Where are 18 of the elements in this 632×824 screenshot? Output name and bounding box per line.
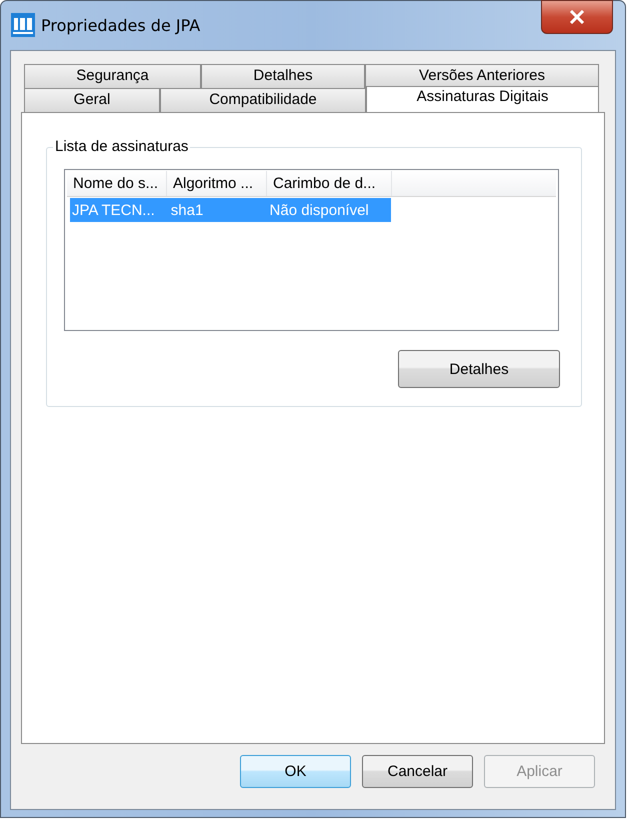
details-button[interactable]: Detalhes xyxy=(398,350,560,388)
column-header[interactable]: Carimbo de d... xyxy=(267,171,392,196)
column-header[interactable]: Nome do s... xyxy=(67,171,167,196)
table-cell-text: JPA TECN... xyxy=(71,202,156,218)
window-title: Propriedades de JPA xyxy=(41,16,200,34)
table-cell-text: sha1 xyxy=(170,202,204,218)
dialog-button[interactable]: OK xyxy=(240,755,351,788)
dialog-button[interactable]: Cancelar xyxy=(362,755,473,788)
tab[interactable]: Geral xyxy=(24,88,160,113)
tab[interactable]: Detalhes xyxy=(201,64,365,89)
column-header[interactable]: Algoritmo ... xyxy=(167,171,267,196)
tab[interactable]: Segurança xyxy=(24,64,201,89)
tab[interactable]: Assinaturas Digitais xyxy=(366,86,599,112)
tab[interactable]: Compatibilidade xyxy=(160,88,366,113)
close-button[interactable] xyxy=(541,0,613,34)
table-cell-text: Não disponível xyxy=(268,202,370,218)
close-icon xyxy=(569,10,585,24)
app-logo-icon xyxy=(11,13,35,37)
